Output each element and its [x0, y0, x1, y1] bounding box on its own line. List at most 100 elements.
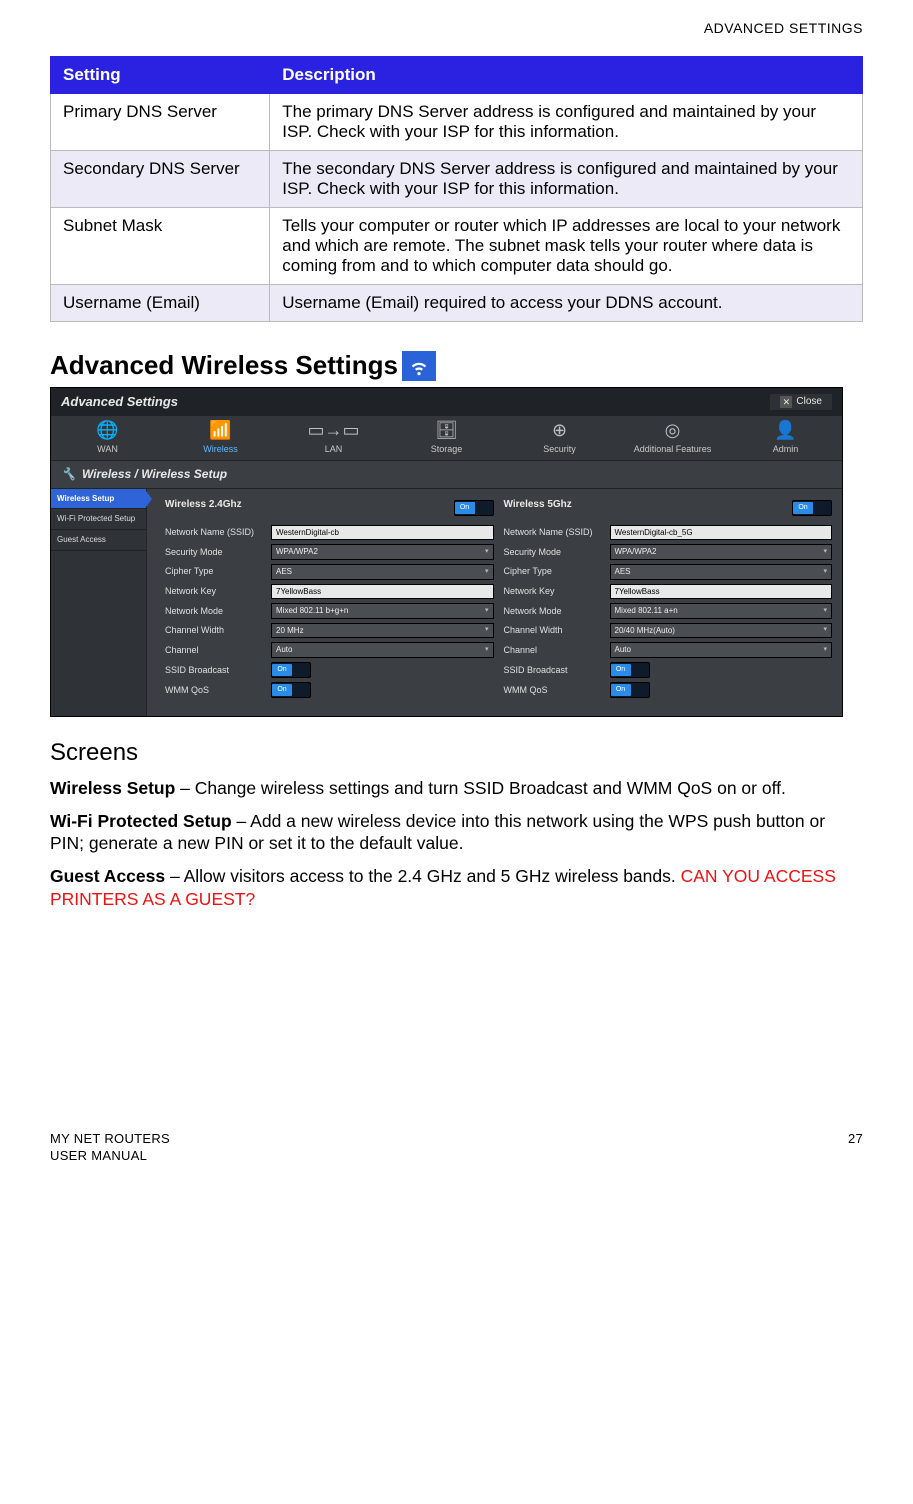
toggle[interactable]: On: [610, 682, 650, 698]
screens-heading: Screens: [50, 739, 863, 767]
page-number: 27: [848, 1131, 863, 1165]
field-label: Network Name (SSID): [504, 527, 604, 538]
p3-rest: – Allow visitors access to the 2.4 GHz a…: [165, 866, 681, 886]
close-icon: ✕: [780, 396, 792, 408]
field-label: Network Key: [504, 586, 604, 597]
cell-description: The primary DNS Server address is config…: [270, 94, 863, 151]
toggle-label: On: [611, 664, 631, 676]
wrench-icon: 🔧: [61, 467, 76, 481]
select-input[interactable]: 20 MHz: [271, 623, 494, 639]
mock-tabs: 🌐 WAN 📶Wireless ▭→▭ LAN 🗄Storage ⊕ Security…: [51, 416, 842, 461]
select-input[interactable]: AES: [271, 564, 494, 580]
text-input[interactable]: 7YellowBass: [610, 584, 833, 600]
form-row: Channel Auto: [165, 642, 494, 658]
close-button[interactable]: ✕ Close: [770, 394, 832, 410]
cell-description: Username (Email) required to access your…: [270, 285, 863, 322]
th-description: Description: [270, 57, 863, 94]
router-ui-screenshot: Advanced Settings ✕ Close 🌐 WAN 📶Wireless…: [50, 387, 843, 717]
form-row: Security Mode WPA/WPA2: [504, 544, 833, 560]
cell-setting: Primary DNS Server: [51, 94, 270, 151]
breadcrumb-text: Wireless / Wireless Setup: [82, 467, 227, 481]
p2-bold: Wi-Fi Protected Setup: [50, 811, 232, 831]
toggle[interactable]: On: [271, 682, 311, 698]
mock-title: Advanced Settings: [61, 394, 178, 410]
tab-label: Storage: [431, 444, 463, 454]
tab-wireless[interactable]: 📶Wireless: [164, 416, 277, 460]
select-input[interactable]: AES: [610, 564, 833, 580]
lan-icon: ▭→▭: [277, 420, 390, 442]
form-row: Network Mode Mixed 802.11 a+n: [504, 603, 833, 619]
col-5ghz: Wireless 5Ghz On Network Name (SSID)West…: [504, 495, 833, 702]
select-input[interactable]: Mixed 802.11 b+g+n: [271, 603, 494, 619]
text-input[interactable]: 7YellowBass: [271, 584, 494, 600]
globe-icon: 🌐: [51, 420, 164, 442]
tab-label: LAN: [325, 444, 343, 454]
shield-icon: ⊕: [503, 420, 616, 442]
tab-label: Admin: [773, 444, 799, 454]
select-input[interactable]: 20/40 MHz(Auto): [610, 623, 833, 639]
text-input[interactable]: WesternDigital-cb: [271, 525, 494, 541]
toggle-5ghz[interactable]: On: [792, 500, 832, 516]
select-input[interactable]: Mixed 802.11 a+n: [610, 603, 833, 619]
footer-line1: MY NET ROUTERS: [50, 1131, 170, 1148]
toggle-label: On: [272, 664, 292, 676]
sidebar-item-guest[interactable]: Guest Access: [51, 530, 146, 551]
settings-table: Setting Description Primary DNS Server T…: [50, 56, 863, 322]
toggle-label: On: [455, 502, 475, 514]
toggle-label: On: [272, 684, 292, 696]
field-label: Network Mode: [504, 606, 604, 617]
th-setting: Setting: [51, 57, 270, 94]
form-row: Cipher Type AES: [504, 564, 833, 580]
tab-security[interactable]: ⊕ Security: [503, 416, 616, 460]
mock-main: Wireless 2.4Ghz On Network Name (SSID)We…: [147, 489, 842, 716]
field-label: Network Mode: [165, 606, 265, 617]
table-row: Subnet Mask Tells your computer or route…: [51, 208, 863, 285]
form-row: Channel Width 20 MHz: [165, 623, 494, 639]
page-section-header: ADVANCED SETTINGS: [50, 20, 863, 36]
tab-lan[interactable]: ▭→▭ LAN: [277, 416, 390, 460]
toggle[interactable]: On: [610, 662, 650, 678]
tab-admin[interactable]: 👤Admin: [729, 416, 842, 460]
form-row: Network Name (SSID)WesternDigital-cb: [165, 525, 494, 541]
tab-additional[interactable]: ◎Additional Features: [616, 416, 729, 460]
tab-label: Additional Features: [634, 444, 712, 454]
cell-description: The secondary DNS Server address is conf…: [270, 151, 863, 208]
toggle[interactable]: On: [271, 662, 311, 678]
form-row: Network Key 7YellowBass: [504, 584, 833, 600]
tab-label: WAN: [97, 444, 118, 454]
screens-p2: Wi-Fi Protected Setup – Add a new wirele…: [50, 810, 863, 856]
field-label: Channel Width: [504, 625, 604, 636]
sidebar-item-wps[interactable]: Wi-Fi Protected Setup: [51, 509, 146, 530]
sidebar-item-wireless-setup[interactable]: Wireless Setup: [51, 489, 146, 510]
field-label: SSID Broadcast: [504, 665, 604, 676]
p1-bold: Wireless Setup: [50, 778, 175, 798]
p1-rest: – Change wireless settings and turn SSID…: [175, 778, 786, 798]
tab-wan[interactable]: 🌐 WAN: [51, 416, 164, 460]
form-row: SSID BroadcastOn: [165, 662, 494, 678]
select-input[interactable]: Auto: [271, 642, 494, 658]
text-input[interactable]: WesternDigital-cb_5G: [610, 525, 833, 541]
select-input[interactable]: WPA/WPA2: [271, 544, 494, 560]
field-label: WMM QoS: [165, 685, 265, 696]
table-row: Username (Email) Username (Email) requir…: [51, 285, 863, 322]
cell-setting: Secondary DNS Server: [51, 151, 270, 208]
table-row: Secondary DNS Server The secondary DNS S…: [51, 151, 863, 208]
select-input[interactable]: WPA/WPA2: [610, 544, 833, 560]
tab-label: Wireless: [203, 444, 238, 454]
form-row: SSID Broadcast On: [504, 662, 833, 678]
toggle-label: On: [611, 684, 631, 696]
form-row: ChannelAuto: [504, 642, 833, 658]
field-label: WMM QoS: [504, 685, 604, 696]
tab-storage[interactable]: 🗄Storage: [390, 416, 503, 460]
field-label: Network Key: [165, 586, 265, 597]
col-title-24: Wireless 2.4Ghz: [165, 495, 242, 515]
field-label: Channel Width: [165, 625, 265, 636]
field-label: Security Mode: [504, 547, 604, 558]
mock-titlebar: Advanced Settings ✕ Close: [51, 388, 842, 416]
toggle-24ghz[interactable]: On: [454, 500, 494, 516]
field-label: Cipher Type: [504, 566, 604, 577]
form-row: Network Name (SSID) WesternDigital-cb_5G: [504, 525, 833, 541]
tab-label: Security: [543, 444, 576, 454]
select-input[interactable]: Auto: [610, 642, 833, 658]
field-label: Channel: [165, 645, 265, 656]
